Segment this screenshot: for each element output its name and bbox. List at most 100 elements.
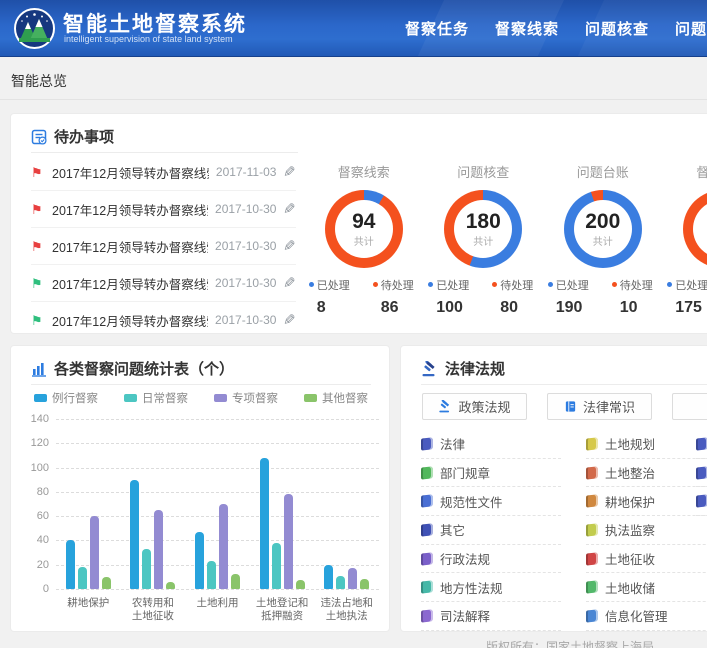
todo-item-text[interactable]: 2017年12月领导转办督察线索	[52, 274, 208, 293]
legend-label: 日常督察	[142, 390, 188, 406]
legal-card-header: 法律法规	[421, 358, 505, 379]
y-axis-tick: 0	[19, 583, 49, 595]
legal-item-label: 其它	[440, 520, 465, 539]
legend-swatch	[304, 394, 317, 402]
legal-tab-2[interactable]: 法律常识	[547, 393, 652, 420]
legal-item[interactable]: 行政法规	[421, 545, 561, 574]
edit-pencil-icon[interactable]: ✎	[283, 237, 296, 255]
bar-日常督察[interactable]	[78, 567, 87, 589]
bar-例行督察[interactable]	[66, 540, 75, 589]
bar-专项督察[interactable]	[219, 504, 228, 589]
stat-label: 已处理	[309, 277, 355, 293]
divider	[31, 384, 371, 385]
book-icon	[421, 609, 433, 622]
donut-total-value: 200	[585, 211, 620, 233]
book-icon	[421, 581, 433, 594]
bar-例行督察[interactable]	[130, 480, 139, 589]
nav-item-1[interactable]: 督察任务	[405, 18, 465, 39]
bar-专项督察[interactable]	[154, 510, 163, 589]
legal-item[interactable]	[696, 487, 707, 516]
flag-icon: ⚑	[31, 203, 45, 216]
legal-item[interactable]: 部门规章	[421, 459, 561, 488]
bar-例行督察[interactable]	[260, 458, 269, 589]
legal-tab-1[interactable]: 政策法规	[422, 393, 527, 420]
bar-其他督察[interactable]	[360, 579, 369, 589]
bar-日常督察[interactable]	[336, 576, 345, 589]
legal-item[interactable]: 信息化管理	[586, 602, 707, 631]
bar-其他督察[interactable]	[296, 580, 305, 589]
nav-item-2[interactable]: 督察线索	[495, 18, 555, 39]
donut-center: 共计	[693, 200, 707, 258]
legal-item[interactable]: 司法解释	[421, 602, 561, 631]
bar-group	[130, 480, 175, 589]
book-icon	[421, 495, 433, 508]
legend-label: 例行督察	[52, 390, 98, 406]
legal-item[interactable]: 土地整治	[586, 459, 707, 488]
bar-例行督察[interactable]	[324, 565, 333, 589]
bar-其他督察[interactable]	[102, 577, 111, 589]
y-axis-tick: 40	[19, 534, 49, 546]
legend-item[interactable]: 其他督察	[304, 390, 368, 406]
todo-item-text[interactable]: 2017年12月领导转办督察线索	[52, 237, 208, 256]
gridline	[56, 419, 379, 420]
donut-group: 问题台账200共计已处理190待处理10	[543, 114, 663, 335]
gavel-icon	[421, 361, 438, 377]
legal-item[interactable]: 土地征收	[586, 545, 707, 574]
bar-chart-icon	[31, 361, 47, 377]
legal-column-1: 法律部门规章规范性文件其它行政法规地方性法规司法解释	[421, 430, 561, 631]
bar-例行督察[interactable]	[195, 532, 204, 589]
legal-item[interactable]: 执法监察	[586, 516, 707, 545]
legal-item[interactable]: 法律	[421, 430, 561, 459]
legend-item[interactable]: 专项督察	[214, 390, 278, 406]
stat-label: 已处理	[548, 277, 594, 293]
donut-center: 180共计	[454, 200, 512, 258]
pending-stat: 待处理80	[492, 277, 538, 317]
legal-tab-label: 政策法规	[458, 397, 510, 416]
bar-专项督察[interactable]	[90, 516, 99, 589]
edit-pencil-icon[interactable]: ✎	[283, 311, 296, 329]
todo-item-text[interactable]: 2017年12月领导转办督察线索	[52, 200, 208, 219]
legend-swatch	[34, 394, 47, 402]
legal-item[interactable]: 规范性文件	[421, 487, 561, 516]
gavel-icon	[438, 400, 452, 413]
legal-item[interactable]	[696, 430, 707, 459]
legal-item[interactable]: 土地收储	[586, 573, 707, 602]
done-stat: 已处理175	[667, 277, 707, 317]
legal-tab-3[interactable]	[672, 393, 707, 420]
bar-专项督察[interactable]	[348, 568, 357, 589]
legal-item[interactable]: 土地规划	[586, 430, 707, 459]
bar-其他督察[interactable]	[166, 582, 175, 589]
donut-group: 督察任务共计已处理175待处理	[663, 114, 707, 335]
legal-item[interactable]: 耕地保护	[586, 487, 707, 516]
legal-item-label: 法律	[440, 434, 465, 453]
edit-pencil-icon[interactable]: ✎	[283, 163, 296, 181]
legend-dot	[612, 282, 617, 287]
pending-stat: 待处理10	[612, 277, 658, 317]
bar-日常督察[interactable]	[142, 549, 151, 589]
donut-title: 督察任务	[663, 162, 707, 181]
edit-pencil-icon[interactable]: ✎	[283, 200, 296, 218]
divider	[421, 384, 707, 385]
todo-item-text[interactable]: 2017年12月领导转办督察线索	[52, 311, 208, 330]
legal-item[interactable]	[696, 459, 707, 488]
stat-value: 100	[428, 299, 474, 317]
legal-item[interactable]: 其它	[421, 516, 561, 545]
done-stat: 已处理190	[548, 277, 594, 317]
donut-total-value: 94	[352, 211, 375, 233]
legend-swatch	[214, 394, 227, 402]
legend-item[interactable]: 例行督察	[34, 390, 98, 406]
stat-value: 10	[612, 299, 658, 317]
edit-pencil-icon[interactable]: ✎	[283, 274, 296, 292]
gridline	[56, 468, 379, 469]
nav-item-3[interactable]: 问题核查	[585, 18, 645, 39]
legend-item[interactable]: 日常督察	[124, 390, 188, 406]
overview-card: 待办事项 ⚑2017年12月领导转办督察线索2017-11-03✎⚑2017年1…	[10, 113, 707, 334]
legal-item[interactable]: 地方性法规	[421, 573, 561, 602]
page-title: 智能总览	[11, 71, 67, 91]
nav-item-4[interactable]: 问题台账	[675, 18, 707, 39]
todo-item-text[interactable]: 2017年12月领导转办督察线索	[52, 163, 209, 182]
bar-日常督察[interactable]	[272, 543, 281, 589]
bar-专项督察[interactable]	[284, 494, 293, 589]
bar-日常督察[interactable]	[207, 561, 216, 589]
bar-其他督察[interactable]	[231, 574, 240, 589]
